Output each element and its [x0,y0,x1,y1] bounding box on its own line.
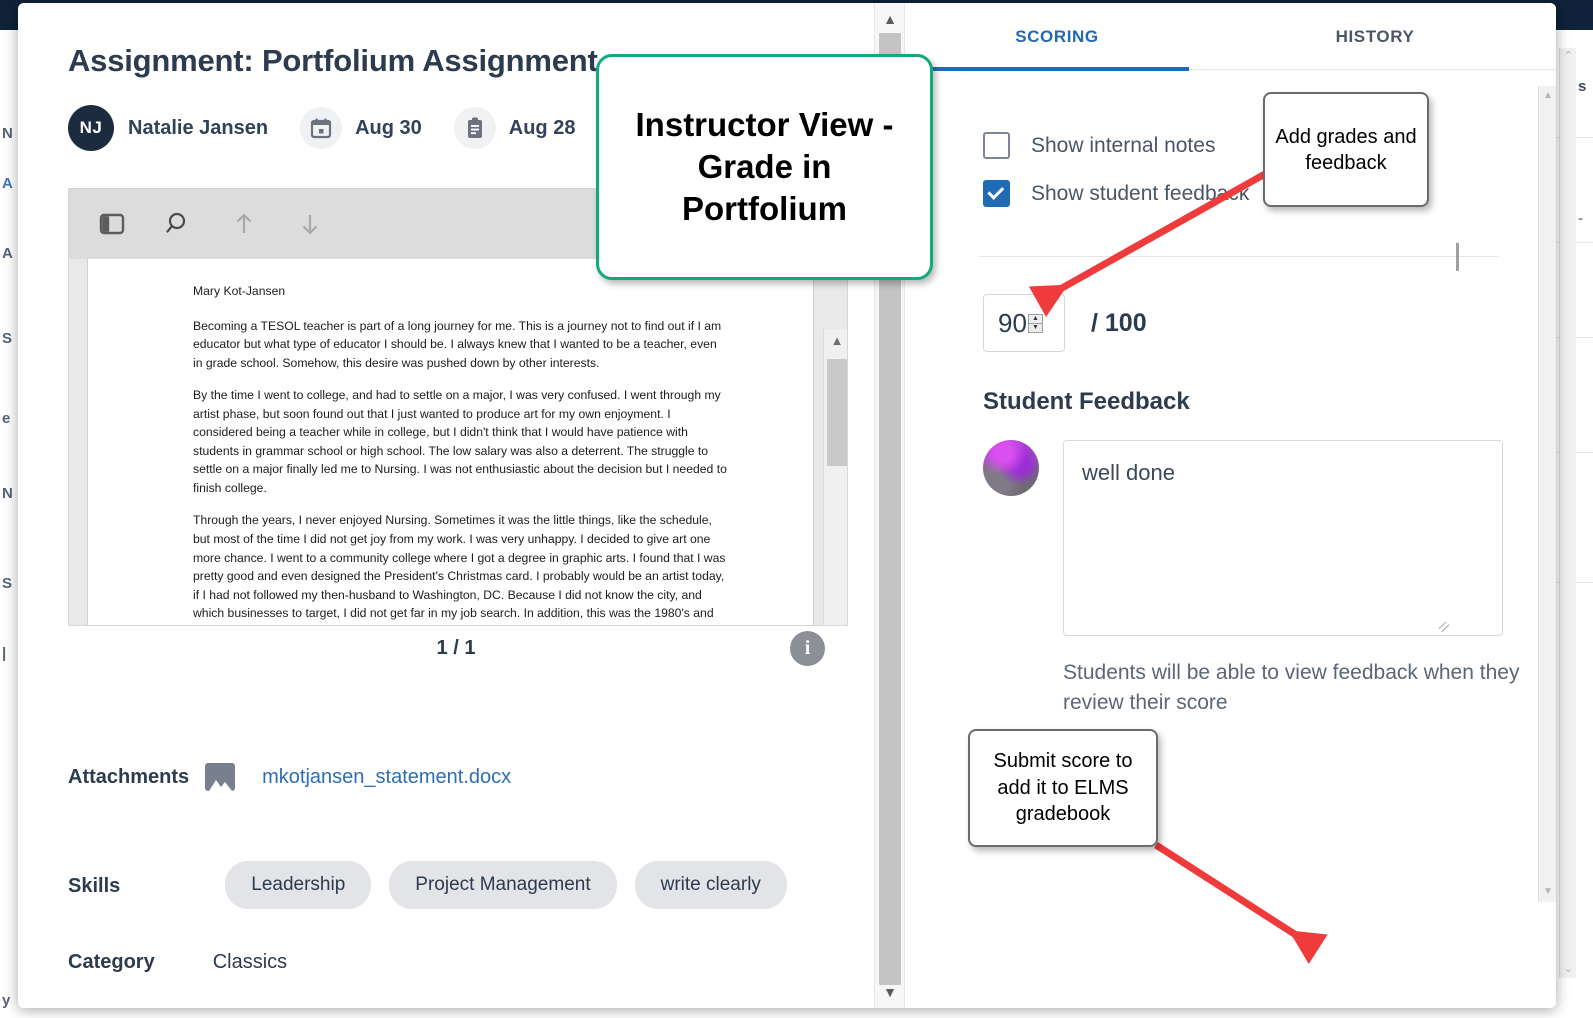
doc-scroll-thumb[interactable] [827,359,847,466]
callout-instructor-view: Instructor View - Grade in Portfolium [596,54,933,280]
bg-fragment: e [2,410,11,427]
scoring-scrollbar[interactable]: ▲ ▼ [1538,86,1556,902]
bg-fragment: - [1578,210,1583,227]
spinner-up-icon[interactable]: ▲ [1028,315,1042,324]
document-page-area: Mary Kot-Jansen Becoming a TESOL teacher… [69,259,847,625]
scoring-pane: SCORING HISTORY Show internal notes Show… [904,3,1556,1008]
page-indicator: 1 / 1 [436,637,476,659]
skill-chip[interactable]: Leadership [225,861,372,909]
checkbox-label: Show internal notes [1031,133,1216,157]
scroll-up-icon[interactable]: ⌃ [1560,48,1577,65]
number-spinner-icon[interactable]: ▲ ▼ [1027,313,1043,333]
callout-submit-score: Submit score to add it to ELMS gradebook [968,729,1158,847]
bg-fragment: S [2,575,13,592]
score-row: 90 ▲ ▼ / 100 [983,294,1147,352]
score-input[interactable]: 90 ▲ ▼ [983,294,1065,352]
section-divider [979,256,1499,257]
skill-chip[interactable]: Project Management [389,861,617,909]
tab-history[interactable]: HISTORY [1245,3,1505,70]
checkbox-show-internal-notes[interactable]: Show internal notes [983,132,1215,159]
checkbox-label: Show student feedback [1031,181,1250,205]
submitted-date-chip: Aug 28 [453,107,576,149]
divider-tick [1456,243,1459,271]
scoring-scroll-down-icon[interactable]: ▼ [1539,884,1556,900]
due-date: Aug 30 [355,116,422,139]
arrow-up-icon[interactable] [223,203,265,245]
document-paragraph: Through the years, I never enjoyed Nursi… [193,513,726,625]
doc-scroll-up-icon[interactable]: ▲ [824,329,847,353]
student-name: Natalie Jansen [128,116,269,139]
clipboard-icon [453,107,496,149]
category-row: Category Classics [68,951,287,974]
info-icon[interactable]: i [790,631,825,666]
attachment-link[interactable]: mkotjansen_statement.docx [262,766,511,789]
bg-fragment: A [2,175,13,192]
avatar: NJ [68,105,114,151]
student-feedback-heading: Student Feedback [983,388,1190,415]
document-paragraph: Becoming a TESOL teacher is part of a lo… [193,318,722,370]
skill-chip[interactable]: write clearly [634,861,787,909]
category-label: Category [68,951,155,973]
feedback-note: Students will be able to view feedback w… [1063,661,1520,714]
bg-fragment: S [2,330,13,347]
score-value: 90 [998,307,1027,338]
textarea-resize-handle[interactable] [1439,622,1449,632]
skills-row: Skills Leadership Project Management wri… [68,861,787,909]
arrow-down-icon[interactable] [289,203,331,245]
bg-fragment: y [2,992,11,1009]
checkbox-show-student-feedback[interactable]: Show student feedback [983,180,1249,207]
due-date-chip: Aug 30 [300,107,422,149]
document-page: Mary Kot-Jansen Becoming a TESOL teacher… [87,259,814,625]
attachments-row: Attachments mkotjansen_statement.docx [68,763,511,791]
skills-label: Skills [68,875,121,897]
score-total: / 100 [1091,308,1147,337]
bg-fragment: s [1578,78,1587,95]
checkbox-unchecked-icon[interactable] [983,132,1010,159]
image-file-icon [205,763,236,791]
bg-fragment: N [2,125,13,142]
page-title: Assignment: Portfolium Assignment [68,43,598,78]
modal-scroll-up-icon[interactable]: ▲ [875,6,905,32]
bg-fragment: | [2,645,7,662]
student-feedback-block [983,440,1503,636]
document-scrollbar[interactable]: ▲ ▼ [823,329,847,625]
grader-avatar [983,440,1039,496]
document-author: Mary Kot-Jansen [193,284,286,298]
sidebar-toggle-icon[interactable] [91,203,133,245]
skill-chip-list: Leadership Project Management write clea… [225,861,787,909]
tab-scoring[interactable]: SCORING [927,3,1187,70]
submitted-date: Aug 28 [508,116,576,139]
search-icon[interactable] [157,203,199,245]
scroll-down-icon[interactable]: ⌄ [1560,961,1577,978]
document-paragraph: By the time I went to college, and had t… [193,388,727,495]
bg-fragment: A [2,245,13,262]
scoring-tabs: SCORING HISTORY [905,3,1556,71]
calendar-icon [300,107,343,149]
modal-scroll-down-icon[interactable]: ▼ [875,979,905,1005]
scoring-scroll-up-icon[interactable]: ▲ [1539,88,1556,104]
category-value: Classics [212,951,288,973]
callout-add-grades: Add grades and feedback [1263,92,1429,207]
checkbox-checked-icon[interactable] [983,180,1010,207]
submission-meta-row: NJ Natalie Jansen Aug 30 Aug 28 [68,105,575,151]
attachments-label: Attachments [68,765,190,788]
document-text: Mary Kot-Jansen Becoming a TESOL teacher… [193,282,728,625]
page-scrollbar[interactable]: ⌃ ⌄ [1559,48,1576,978]
feedback-textarea[interactable] [1063,440,1503,636]
bg-fragment: N [2,485,13,502]
spinner-down-icon[interactable]: ▼ [1029,324,1042,332]
